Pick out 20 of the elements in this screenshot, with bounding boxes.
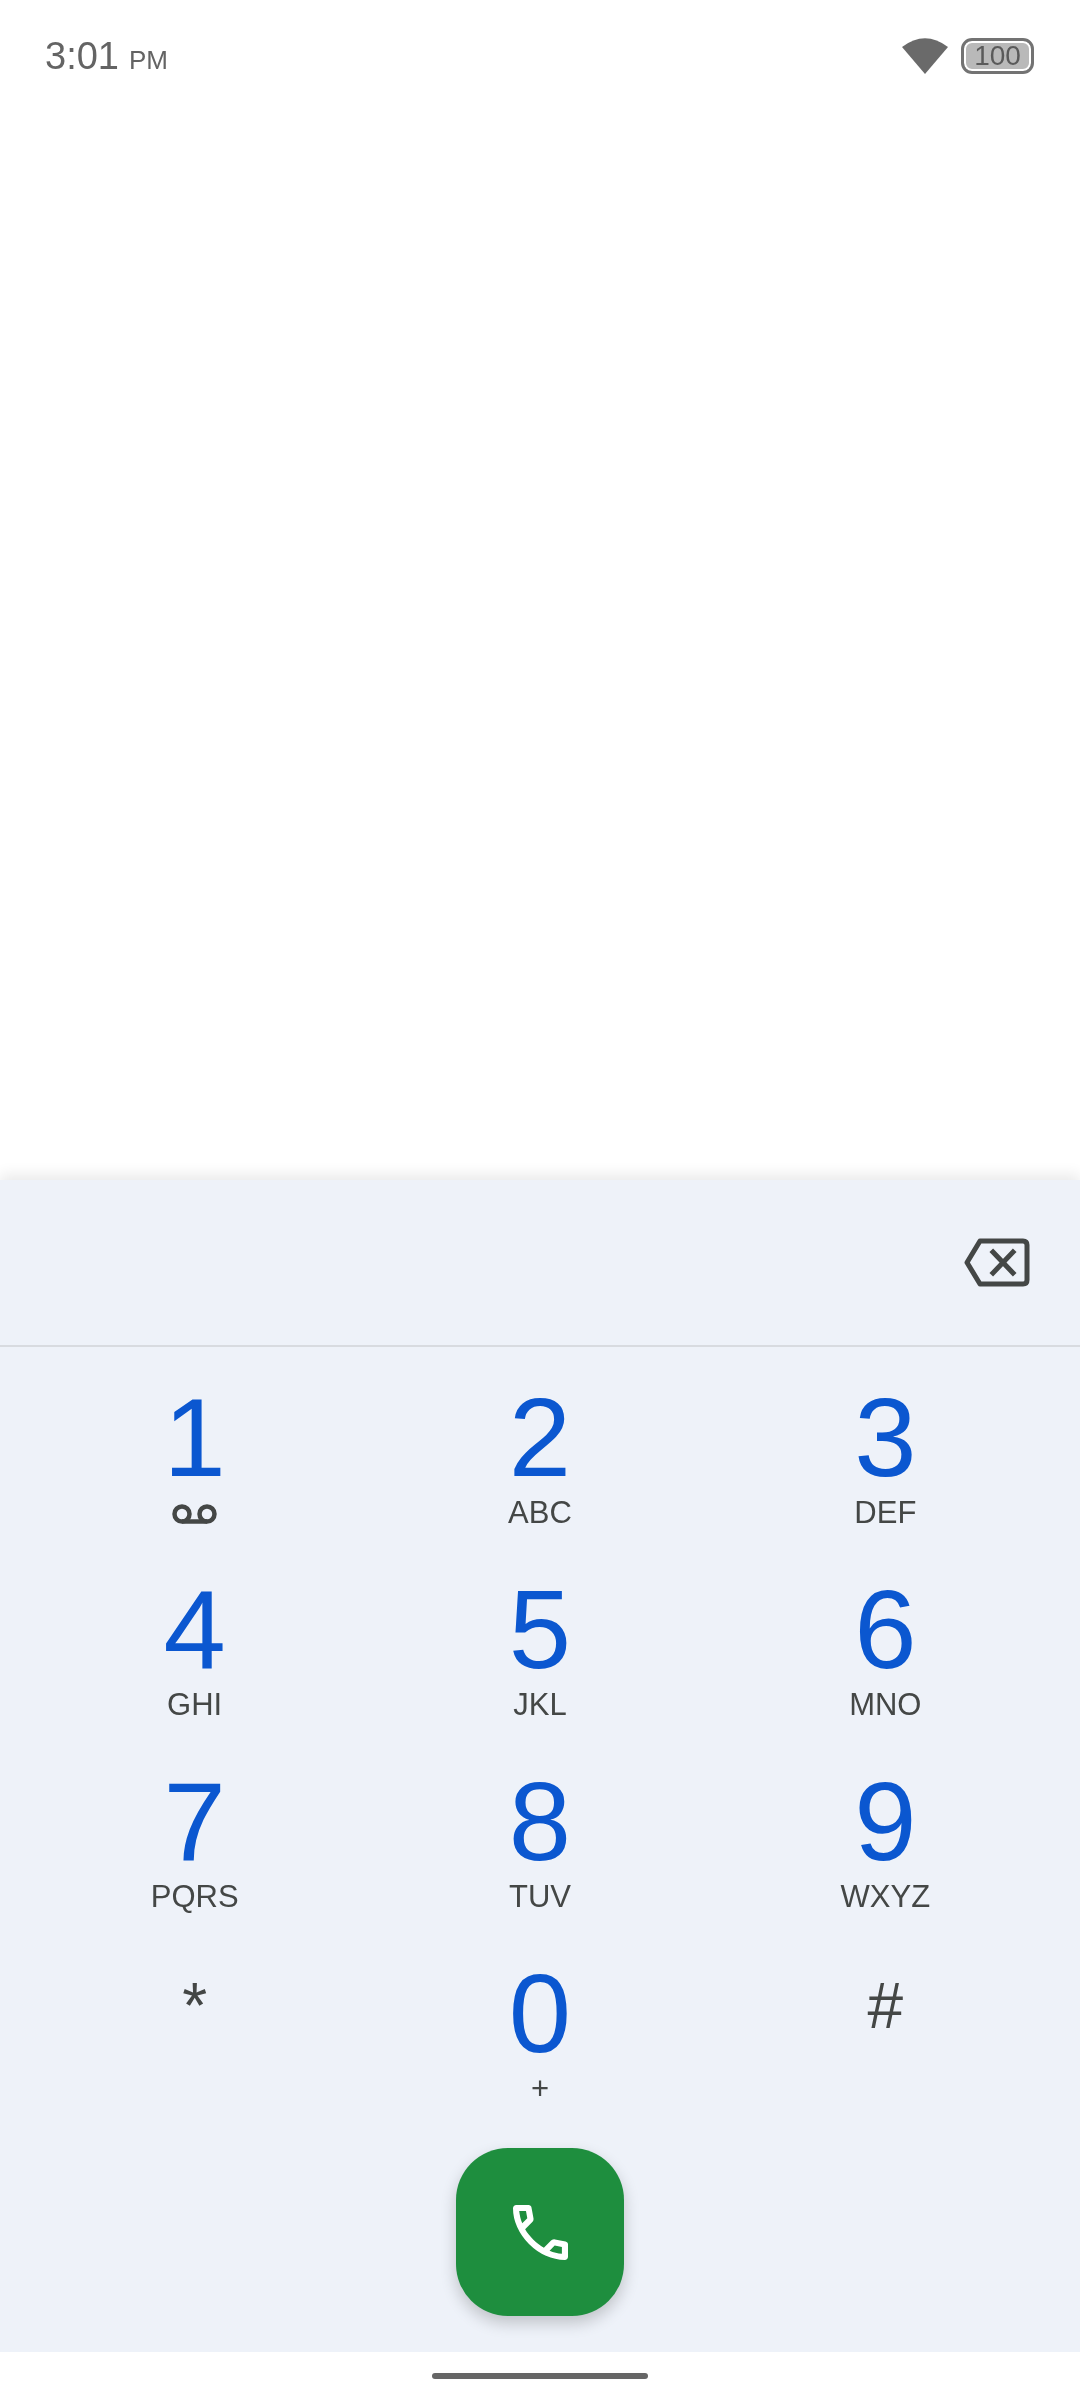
dial-key[interactable]: 3 DEF	[825, 1388, 946, 1529]
dial-key[interactable]: 1	[134, 1388, 255, 1524]
dial-key[interactable]: 0 +	[480, 1964, 600, 2105]
backspace-icon	[964, 1238, 1030, 1287]
dial-key[interactable]: 6 MNO	[825, 1580, 946, 1721]
time-period: PM	[128, 47, 168, 73]
dial-key[interactable]: *	[134, 1964, 255, 2064]
wifi-icon	[902, 38, 948, 74]
dial-key[interactable]: 4 GHI	[134, 1580, 255, 1721]
battery-indicator: 100	[961, 38, 1034, 74]
status-time: 3:01	[45, 37, 119, 75]
dial-key[interactable]: #	[825, 1964, 946, 2064]
dial-key[interactable]: 9 WXYZ	[816, 1772, 955, 1913]
dial-key[interactable]: 8 TUV	[480, 1772, 600, 1913]
phone-icon	[512, 2204, 568, 2260]
call-button[interactable]	[456, 2148, 624, 2316]
dial-key[interactable]: 7 PQRS	[126, 1772, 263, 1913]
dial-key[interactable]: 2 ABC	[480, 1388, 600, 1529]
voicemail-icon	[172, 1504, 218, 1524]
dial-key[interactable]: 5 JKL	[480, 1580, 600, 1721]
